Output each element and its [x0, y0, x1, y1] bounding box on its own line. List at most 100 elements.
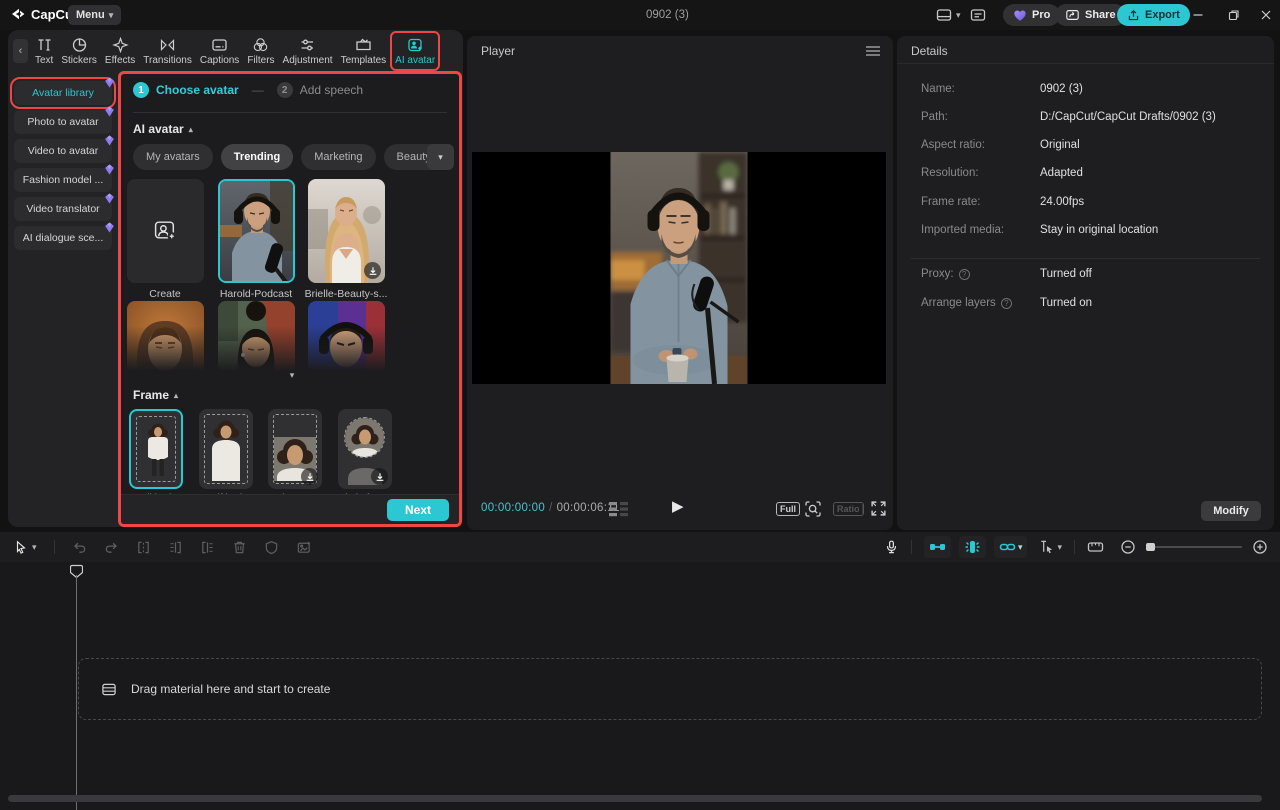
frame-card-circle-frame[interactable]	[338, 409, 392, 489]
video-preview	[611, 152, 748, 384]
close-button[interactable]	[1258, 7, 1274, 23]
category-tab-beauty[interactable]: Beauty	[384, 144, 433, 170]
focus-frame-icon[interactable]	[804, 500, 822, 518]
frame-card-full-body[interactable]	[129, 409, 183, 489]
zoom-out-button[interactable]	[1120, 539, 1136, 555]
avatar-card-bun-hair[interactable]	[218, 301, 295, 373]
sidebar-item-avatar-library[interactable]: Avatar library	[14, 81, 112, 105]
ratio-button[interactable]: Ratio	[833, 502, 864, 516]
preview-cursor-button[interactable]: ▾	[1039, 539, 1062, 555]
divider	[862, 503, 863, 515]
undo-button[interactable]	[72, 540, 87, 555]
category-tab-my-avatars[interactable]: My avatars	[133, 144, 213, 170]
timeline-area[interactable]: Drag material here and start to create	[0, 562, 1280, 810]
timeline-zoom-slider[interactable]	[1146, 546, 1242, 548]
mask-button[interactable]	[264, 540, 279, 555]
step-1-circle: 1	[133, 82, 149, 98]
player-title: Player	[481, 44, 515, 58]
divider	[133, 112, 447, 113]
export-frame-button[interactable]	[296, 540, 312, 555]
avatar-card-brielle-beauty[interactable]	[308, 179, 385, 283]
modify-button[interactable]: Modify	[1201, 501, 1261, 521]
avatar-card-gamer[interactable]	[308, 301, 385, 373]
gem-icon	[104, 222, 115, 233]
next-button[interactable]: Next	[387, 499, 449, 521]
tab-stickers[interactable]: Stickers	[57, 31, 101, 71]
create-avatar-card[interactable]	[127, 179, 204, 283]
media-drop-zone[interactable]: Drag material here and start to create	[78, 658, 1262, 720]
link-toggle[interactable]: ▾	[994, 536, 1028, 558]
avatar-sidebar: Avatar library Photo to avatar Video to …	[8, 72, 118, 527]
player-header: Player	[467, 36, 893, 64]
detail-value: 0902 (3)	[1040, 83, 1083, 95]
panel-adjust-button[interactable]	[969, 5, 987, 25]
player-menu-icon[interactable]	[865, 44, 881, 58]
download-icon	[301, 468, 318, 485]
chevron-up-icon: ▴	[189, 125, 193, 134]
sidebar-item-fashion-model[interactable]: Fashion model ...	[14, 168, 112, 192]
share-button[interactable]: Share	[1055, 4, 1126, 26]
avatar-card-harold-podcast[interactable]	[218, 179, 295, 283]
frame-person	[205, 415, 247, 481]
zoom-slider-handle[interactable]	[1146, 543, 1155, 551]
export-button[interactable]: Export	[1117, 4, 1190, 26]
detail-value: Turned on	[1040, 297, 1092, 309]
horizontal-scrollbar[interactable]	[8, 795, 1262, 802]
tab-text[interactable]: Text	[31, 31, 57, 71]
video-stage[interactable]	[472, 152, 886, 384]
drop-hint-text: Drag material here and start to create	[131, 682, 330, 696]
ai-avatar-section-header[interactable]: AI avatar ▴	[133, 122, 193, 136]
tab-templates[interactable]: Templates	[337, 31, 391, 71]
auto-preview-toggle[interactable]	[959, 536, 986, 558]
minimize-button[interactable]	[1190, 7, 1206, 23]
collapse-panel-button[interactable]: ‹	[13, 39, 28, 63]
play-button[interactable]: ▶	[672, 497, 684, 515]
tab-filters[interactable]: Filters	[243, 31, 278, 71]
chevron-down-icon: ▾	[956, 11, 961, 20]
magnetic-snap-toggle[interactable]	[924, 536, 951, 558]
gem-icon	[104, 193, 115, 204]
layout-toggle-button[interactable]: ▾	[935, 5, 961, 25]
sidebar-item-photo-to-avatar[interactable]: Photo to avatar	[14, 110, 112, 134]
frame-section-header[interactable]: Frame ▴	[133, 388, 178, 402]
split-button[interactable]	[136, 540, 151, 555]
delete-right-button[interactable]	[200, 540, 215, 555]
detail-label: Imported media:	[921, 224, 1004, 236]
select-tool-button[interactable]: ▾	[14, 540, 37, 555]
tab-transitions[interactable]: Transitions	[139, 31, 196, 71]
sidebar-item-video-to-avatar[interactable]: Video to avatar	[14, 139, 112, 163]
frame-card-half-body[interactable]	[199, 409, 253, 489]
sidebar-item-video-translator[interactable]: Video translator	[14, 197, 112, 221]
tab-effects[interactable]: Effects	[101, 31, 139, 71]
timeline-scale-button[interactable]	[1087, 539, 1104, 555]
full-preview-button[interactable]: Full	[776, 502, 800, 516]
frame-view-icon[interactable]	[608, 502, 632, 517]
redo-button[interactable]	[104, 540, 119, 555]
frame-card-close-up[interactable]	[268, 409, 322, 489]
help-icon[interactable]: ?	[1001, 298, 1012, 309]
details-panel: Details Name: 0902 (3) Path: D:/CapCut/C…	[897, 36, 1274, 530]
delete-button[interactable]	[232, 540, 247, 555]
delete-left-button[interactable]	[168, 540, 183, 555]
fullscreen-icon[interactable]	[870, 500, 887, 517]
category-more-button[interactable]: ▾	[427, 144, 454, 170]
avatar-library-panel: 1 Choose avatar — 2 Add speech AI avatar…	[118, 71, 462, 527]
record-voiceover-button[interactable]	[884, 539, 899, 555]
tab-adjustment[interactable]: Adjustment	[279, 31, 337, 71]
tab-ai-avatar[interactable]: AI avatar	[390, 31, 440, 71]
step-2-label[interactable]: Add speech	[300, 83, 363, 97]
restore-button[interactable]	[1226, 7, 1242, 23]
divider	[911, 540, 912, 554]
pro-button[interactable]: Pro	[1003, 4, 1060, 26]
expand-avatars-button[interactable]: ▾	[278, 368, 306, 382]
menu-button[interactable]: Menu ▾	[68, 5, 121, 25]
category-tab-trending[interactable]: Trending	[221, 144, 293, 170]
tab-captions[interactable]: Captions	[196, 31, 243, 71]
avatar-card-warm-closeup[interactable]	[127, 301, 204, 373]
help-icon[interactable]: ?	[959, 269, 970, 280]
zoom-in-button[interactable]	[1252, 539, 1268, 555]
sidebar-item-ai-dialogue-scene[interactable]: AI dialogue sce...	[14, 226, 112, 250]
detail-value: D:/CapCut/CapCut Drafts/0902 (3)	[1040, 111, 1216, 123]
category-tab-marketing[interactable]: Marketing	[301, 144, 375, 170]
titlebar: CapCut Menu ▾ 0902 (3) ▾ Pro Share	[0, 0, 1280, 30]
